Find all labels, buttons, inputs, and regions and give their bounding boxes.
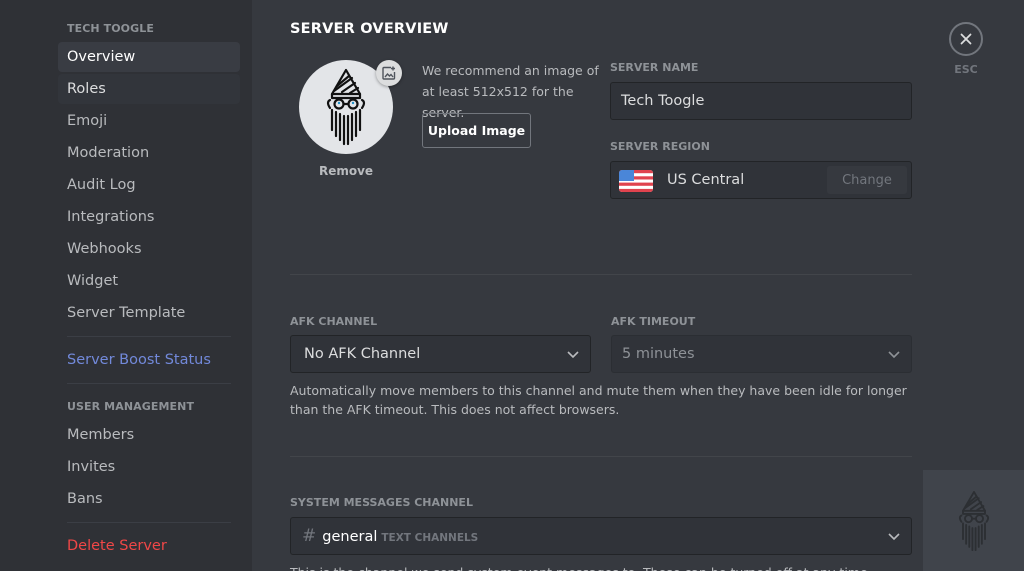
close-settings-button[interactable]	[949, 22, 983, 56]
close-icon	[960, 33, 972, 45]
afk-timeout-select[interactable]: 5 minutes	[611, 335, 912, 373]
afk-help-text: Automatically move members to this chann…	[290, 383, 907, 417]
sidebar-item-moderation[interactable]: Moderation	[58, 138, 240, 168]
page-title: SERVER OVERVIEW	[290, 21, 449, 37]
add-image-icon	[382, 66, 396, 80]
afk-channel-label: AFK CHANNEL	[290, 315, 378, 328]
sidebar-item-members[interactable]: Members	[58, 420, 240, 450]
system-messages-channel-select[interactable]: # general TEXT CHANNELS	[290, 517, 912, 555]
sidebar-divider	[67, 383, 231, 384]
system-channel-value: # general TEXT CHANNELS	[302, 518, 478, 554]
server-region-value: US Central	[667, 172, 745, 188]
server-icon-preview	[923, 470, 1024, 571]
wizard-avatar-icon	[326, 68, 366, 146]
afk-channel-select[interactable]: No AFK Channel	[290, 335, 591, 373]
chevron-down-icon	[888, 351, 900, 359]
sidebar-item-audit-log[interactable]: Audit Log	[58, 170, 240, 200]
afk-timeout-label: AFK TIMEOUT	[611, 315, 696, 328]
change-region-button[interactable]: Change	[827, 166, 907, 194]
us-flag-icon	[619, 170, 653, 192]
section-divider	[290, 456, 912, 457]
sidebar-item-emoji[interactable]: Emoji	[58, 106, 240, 136]
server-icon-uploader[interactable]	[299, 60, 402, 155]
esc-label: ESC	[954, 63, 978, 76]
wizard-watermark-icon	[958, 490, 989, 551]
sidebar-item-invites[interactable]: Invites	[58, 452, 240, 482]
afk-timeout-value: 5 minutes	[622, 346, 695, 362]
hash-icon: #	[302, 526, 317, 546]
sidebar-item-widget[interactable]: Widget	[58, 266, 240, 296]
system-channel-name: general	[322, 529, 378, 545]
add-image-button[interactable]	[376, 60, 402, 86]
server-settings-header: TECH TOOGLE	[67, 22, 154, 35]
system-messages-channel-label: SYSTEM MESSAGES CHANNEL	[290, 496, 473, 509]
server-region-field: US Central Change	[610, 161, 912, 199]
server-name-input[interactable]: Tech Toogle	[610, 82, 912, 120]
chevron-down-icon	[567, 351, 579, 359]
sidebar-divider	[67, 336, 231, 337]
sidebar-item-delete-server[interactable]: Delete Server	[58, 531, 240, 561]
sidebar-item-webhooks[interactable]: Webhooks	[58, 234, 240, 264]
section-divider	[290, 274, 912, 275]
user-management-header: USER MANAGEMENT	[67, 400, 195, 413]
server-name-label: SERVER NAME	[610, 61, 699, 74]
server-name-value: Tech Toogle	[621, 93, 705, 109]
sidebar-item-server-boost-status[interactable]: Server Boost Status	[58, 345, 240, 375]
settings-sidebar: TECH TOOGLE Overview Roles Emoji Moderat…	[0, 0, 252, 571]
sidebar-divider	[67, 522, 231, 523]
sidebar-item-roles[interactable]: Roles	[58, 74, 240, 104]
sidebar-item-overview[interactable]: Overview	[58, 42, 240, 72]
system-channel-help-text: This is the channel we send system event…	[290, 563, 912, 571]
afk-channel-value: No AFK Channel	[304, 346, 421, 362]
chevron-down-icon	[888, 533, 900, 541]
sidebar-item-bans[interactable]: Bans	[58, 484, 240, 514]
remove-icon-link[interactable]: Remove	[290, 164, 402, 178]
sidebar-item-integrations[interactable]: Integrations	[58, 202, 240, 232]
server-region-label: SERVER REGION	[610, 140, 710, 153]
system-channel-category: TEXT CHANNELS	[381, 532, 479, 544]
upload-image-button[interactable]: Upload Image	[422, 113, 531, 148]
sidebar-item-server-template[interactable]: Server Template	[58, 298, 240, 328]
